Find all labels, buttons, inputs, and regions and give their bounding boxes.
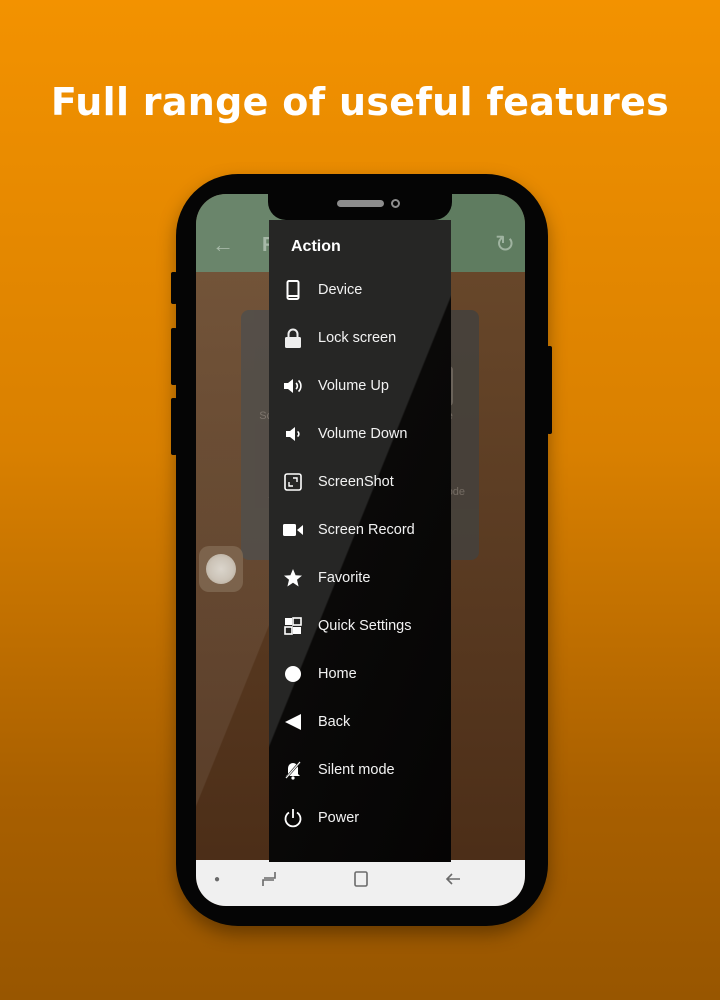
menu-item-device[interactable]: Device [269, 266, 451, 314]
action-menu: Action Device Lock screen Volume Up Volu… [269, 220, 451, 862]
menu-item-label: Power [318, 810, 360, 826]
menu-item-power[interactable]: Power [269, 794, 451, 842]
bell-off-icon [283, 760, 303, 780]
refresh-icon[interactable]: ↻ [495, 230, 515, 259]
recents-icon[interactable] [260, 870, 278, 893]
menu-item-screenshot[interactable]: ScreenShot [269, 458, 451, 506]
menu-item-label: Volume Down [318, 426, 408, 442]
menu-item-label: Device [318, 282, 363, 298]
menu-item-label: Home [318, 666, 357, 682]
menu-item-lock-screen[interactable]: Lock screen [269, 314, 451, 362]
side-button-left-1 [171, 272, 177, 304]
screenshot-icon [283, 472, 303, 492]
dot-icon: ● [214, 874, 221, 885]
quick-settings-icon [283, 616, 303, 636]
speaker-grille [337, 200, 384, 207]
home-square-icon[interactable] [352, 870, 370, 893]
menu-item-back[interactable]: Back [269, 698, 451, 746]
menu-item-volume-down[interactable]: Volume Down [269, 410, 451, 458]
headline: Full range of useful features [50, 80, 670, 124]
back-triangle-icon [283, 712, 303, 732]
home-circle-icon [283, 664, 303, 684]
menu-item-label: Volume Up [318, 378, 389, 394]
lock-icon [283, 328, 303, 348]
menu-item-label: Favorite [318, 570, 371, 586]
star-icon [283, 568, 303, 588]
menu-item-favorite[interactable]: Favorite [269, 554, 451, 602]
side-button-left-2 [171, 328, 177, 385]
menu-item-home[interactable]: Home [269, 650, 451, 698]
volume-up-icon [283, 376, 303, 396]
volume-down-icon [283, 424, 303, 444]
floating-assistive-button[interactable] [199, 546, 243, 592]
system-nav-bar: ● [196, 860, 525, 906]
menu-item-label: Lock screen [318, 330, 397, 346]
menu-item-volume-up[interactable]: Volume Up [269, 362, 451, 410]
menu-item-screen-record[interactable]: Screen Record [269, 506, 451, 554]
phone-icon [283, 280, 303, 300]
power-icon [283, 808, 303, 828]
menu-item-quick-settings[interactable]: Quick Settings [269, 602, 451, 650]
menu-item-label: Back [318, 714, 351, 730]
menu-item-label: Screen Record [318, 522, 415, 538]
side-button-right [547, 346, 552, 434]
floating-button-circle [206, 554, 236, 584]
menu-item-label: Quick Settings [318, 618, 412, 634]
back-arrow-icon[interactable] [444, 870, 462, 893]
video-camera-icon [283, 520, 303, 540]
menu-item-label: ScreenShot [318, 474, 394, 490]
menu-heading: Action [291, 238, 341, 255]
front-camera [391, 199, 400, 208]
arrow-left-icon[interactable]: ← [212, 232, 234, 258]
menu-item-label: Silent mode [318, 762, 395, 778]
side-button-left-3 [171, 398, 177, 455]
menu-item-silent-mode[interactable]: Silent mode [269, 746, 451, 794]
